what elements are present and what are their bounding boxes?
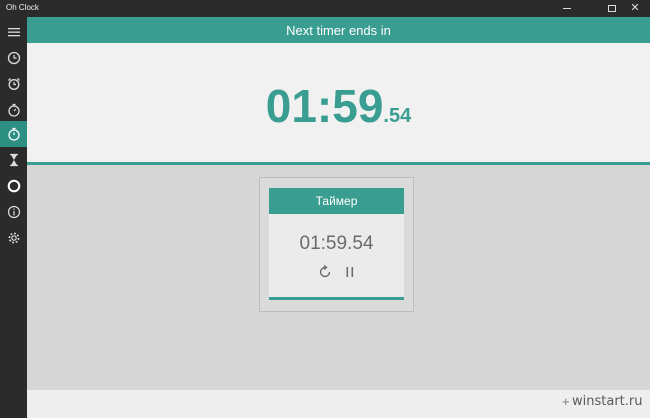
header-bar: Next timer ends in: [27, 17, 650, 43]
minimize-icon: [563, 8, 571, 9]
sidebar-item-alarm[interactable]: [0, 71, 27, 97]
pause-icon: [346, 267, 354, 277]
title-bar: Oh Clock ✕: [0, 0, 650, 17]
sidebar-item-timer[interactable]: [0, 121, 27, 147]
watermark-text: winstart.ru: [572, 394, 643, 409]
sidebar-item-menu[interactable]: [0, 19, 27, 45]
close-button[interactable]: ✕: [620, 0, 650, 17]
sidebar-item-circle[interactable]: [0, 173, 27, 199]
sidebar-item-info[interactable]: [0, 199, 27, 225]
close-icon: ✕: [630, 2, 640, 14]
big-timer-fraction: .54: [383, 105, 412, 127]
sidebar-item-clock[interactable]: [0, 45, 27, 71]
alarm-icon: [7, 78, 20, 90]
header-title: Next timer ends in: [286, 22, 391, 38]
timer-card-title: Таймер: [315, 194, 358, 208]
add-icon: +: [562, 394, 570, 409]
watermark: + winstart.ru: [562, 392, 647, 414]
sidebar-item-stopwatch[interactable]: [0, 97, 27, 123]
window-title: Oh Clock: [6, 3, 39, 12]
next-timer-panel: 01:59.54: [27, 43, 650, 162]
menu-icon: [7, 28, 20, 37]
big-timer-display: 01:59.54: [27, 79, 650, 133]
timer-card-header: Таймер: [269, 188, 404, 214]
clock-icon: [7, 51, 20, 65]
settings-icon: [8, 232, 19, 244]
pause-button[interactable]: [343, 265, 357, 279]
info-icon: [7, 205, 20, 219]
timer-card-body: 01:59.54: [269, 214, 404, 298]
timer-icon: [7, 127, 20, 141]
minimize-button[interactable]: [552, 0, 582, 17]
circle-icon: [7, 179, 20, 193]
big-timer-main: 01:59: [265, 80, 384, 132]
stopwatch-icon: [7, 103, 20, 117]
sidebar-item-hourglass[interactable]: [0, 147, 27, 173]
sidebar: [0, 17, 27, 418]
bottom-app-bar: [27, 390, 650, 418]
sidebar-item-settings[interactable]: [0, 225, 27, 251]
reset-icon: [319, 264, 331, 278]
timer-card-controls: [269, 264, 404, 280]
maximize-icon: [608, 5, 616, 12]
timer-card-time: 01:59.54: [299, 233, 374, 254]
hourglass-icon: [9, 153, 18, 167]
timer-card-progress: [269, 297, 404, 300]
reset-button[interactable]: [317, 264, 333, 280]
